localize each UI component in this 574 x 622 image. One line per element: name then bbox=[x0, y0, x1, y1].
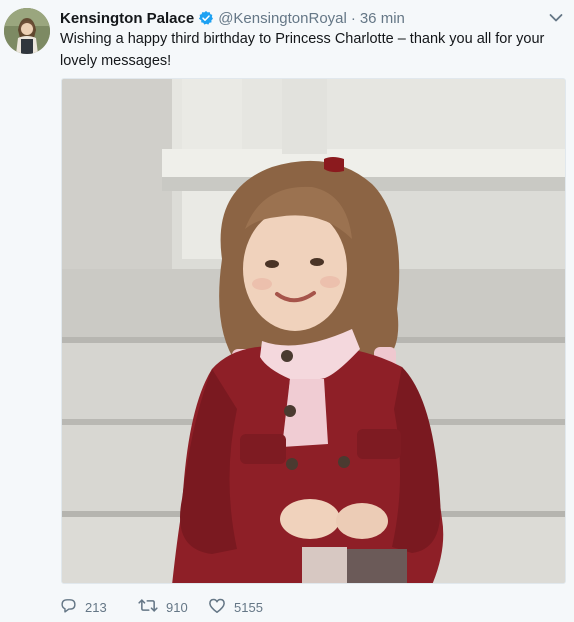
tweet-card: Kensington Palace @KensingtonRoyal · 36 … bbox=[0, 0, 574, 622]
heart-icon bbox=[208, 597, 226, 617]
tweet-text: Wishing a happy third birthday to Prince… bbox=[60, 31, 545, 69]
retweet-icon bbox=[138, 597, 158, 617]
like-button[interactable]: 5155 bbox=[208, 597, 263, 617]
tweet-photo[interactable] bbox=[61, 78, 566, 584]
like-count: 5155 bbox=[234, 599, 263, 615]
reply-count: 213 bbox=[85, 599, 107, 615]
retweet-count: 910 bbox=[166, 599, 188, 615]
verified-badge-icon bbox=[198, 10, 214, 26]
tweet-actions: 213 910 5155 bbox=[60, 596, 263, 618]
separator-dot: · bbox=[350, 9, 356, 27]
timestamp[interactable]: 36 min bbox=[360, 10, 405, 27]
tweet-header: Kensington Palace @KensingtonRoyal · 36 … bbox=[60, 8, 534, 28]
chevron-down-icon[interactable] bbox=[546, 8, 566, 28]
author-name[interactable]: Kensington Palace bbox=[60, 10, 194, 27]
reply-icon bbox=[60, 597, 77, 617]
reply-button[interactable]: 213 bbox=[60, 597, 120, 617]
author-handle[interactable]: @KensingtonRoyal bbox=[218, 10, 347, 27]
avatar[interactable] bbox=[4, 8, 50, 54]
retweet-button[interactable]: 910 bbox=[138, 597, 208, 617]
